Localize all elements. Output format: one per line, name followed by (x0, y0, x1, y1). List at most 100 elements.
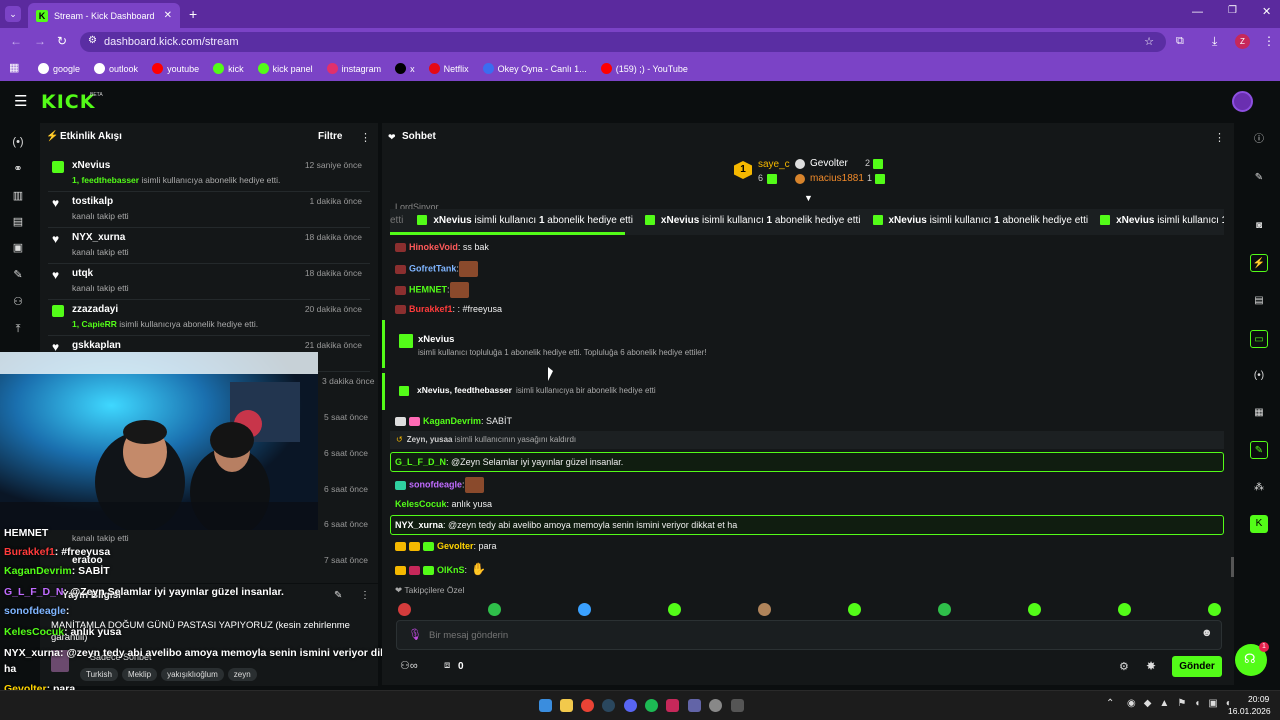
quick-emote-button[interactable] (668, 603, 681, 616)
start-icon[interactable] (539, 699, 552, 712)
forward-icon[interactable]: → (34, 34, 46, 48)
new-tab-button[interactable]: + (189, 6, 197, 22)
hamburger-menu-icon[interactable]: ☰ (14, 92, 27, 110)
send-button[interactable]: Gönder (1172, 656, 1222, 677)
stream-info-menu-icon[interactable]: ⋮ (360, 590, 370, 601)
pen-icon[interactable]: ✎ (1250, 169, 1268, 187)
quick-emote-button[interactable] (938, 603, 951, 616)
url-field[interactable]: ⚙ dashboard.kick.com/stream ☆ (80, 32, 1166, 52)
bookmark-item[interactable]: google (38, 63, 80, 74)
support-chat-button[interactable]: ☊ 1 (1235, 642, 1269, 676)
stream-tag[interactable]: zeyn (227, 668, 257, 681)
chat-users-icon[interactable]: ✸ (1146, 659, 1156, 673)
tray-chevron-icon[interactable]: ⌃ (1106, 698, 1114, 709)
steam-icon[interactable] (602, 699, 615, 712)
browser-menu-icon[interactable]: ⋮ (1263, 34, 1275, 48)
profile-avatar[interactable]: Z (1235, 34, 1250, 49)
quick-emote-button[interactable] (1118, 603, 1131, 616)
bookmark-star-icon[interactable]: ☆ (1144, 35, 1154, 48)
tools-icon[interactable]: ✎ (1250, 441, 1268, 459)
window-close-button[interactable]: ✕ (1262, 5, 1271, 18)
activity-item[interactable]: xNevius 12 saniye önce 1, feedthebasser is… (48, 156, 370, 192)
kick-logo[interactable]: KICK (41, 91, 95, 113)
bookmark-item[interactable]: kick panel (257, 63, 313, 74)
tab-close-icon[interactable]: ✕ (164, 10, 172, 21)
unban-users[interactable]: Zeyn, yusaa (407, 435, 453, 444)
downloads-icon[interactable]: ⤓ (1212, 34, 1217, 49)
activity-username[interactable]: utqk (72, 268, 93, 279)
bookmark-item[interactable]: outlook (94, 63, 138, 74)
bookmark-item[interactable]: (159) ;) - YouTube (600, 63, 688, 74)
bookmark-item[interactable]: Okey Oyna - Canlı 1... (482, 63, 587, 74)
ticker-gifter[interactable]: xNevius (433, 215, 471, 226)
media-icon[interactable]: ▣ (10, 240, 26, 256)
ticker-gifter[interactable]: xNevius (1116, 215, 1154, 226)
chat-settings-icon[interactable]: ⚙ (1119, 660, 1129, 673)
activity-gift-recipient[interactable]: 1, feedthebasser (72, 175, 139, 185)
chat-toggle-icon[interactable]: ▭ (1250, 330, 1268, 348)
chat-username[interactable]: NYX_xurna (395, 520, 443, 530)
broadcast-icon[interactable]: (•) (10, 134, 26, 150)
spotify-icon[interactable] (645, 699, 658, 712)
chat-menu-icon[interactable]: ⋮ (1214, 131, 1225, 144)
extensions-icon[interactable]: ⧉ (1176, 35, 1184, 48)
site-info-icon[interactable]: ⚙ (88, 35, 97, 46)
edit-icon[interactable]: ✎ (334, 590, 342, 601)
chat-username[interactable]: Burakkef1 (409, 304, 453, 314)
file-explorer-icon[interactable] (560, 699, 573, 712)
stream-tag[interactable]: Turkish (80, 668, 118, 681)
notes-icon[interactable]: ▤ (1250, 292, 1268, 310)
activity-item[interactable]: ♥ tostikalp 1 dakika önce kanalı takip etti (48, 192, 370, 228)
kick-app-icon[interactable]: K (1250, 515, 1268, 533)
chat-scrollbar[interactable] (1231, 557, 1234, 577)
chat-username[interactable]: KelesCocuk (395, 499, 447, 509)
clock-app-icon[interactable] (709, 699, 722, 712)
gift-event-user[interactable]: xNevius (418, 334, 454, 345)
settings-app-icon[interactable] (731, 699, 744, 712)
leader-third-name[interactable]: macius1881 (810, 173, 864, 184)
message-input-box[interactable]: 🎙 ☻ (396, 620, 1222, 650)
activity-username[interactable]: gskkaplan (72, 340, 121, 351)
users-icon[interactable]: ⚇ (10, 294, 26, 310)
chat-username[interactable]: Gevolter (437, 541, 474, 551)
activity-username[interactable]: tostikalp (72, 196, 113, 207)
link-icon[interactable]: ⚭ (10, 161, 26, 177)
activity-item[interactable]: zzazadayi 20 dakika önce 1, CapieRR isimli… (48, 300, 370, 336)
app-icon[interactable] (666, 699, 679, 712)
chat-username[interactable]: KaganDevrim (423, 416, 481, 426)
user-avatar[interactable] (1232, 91, 1253, 112)
layout-icon[interactable]: ▦ (1250, 404, 1268, 422)
wrench-icon[interactable]: ✎ (10, 267, 26, 283)
leader-second-name[interactable]: Gevolter (810, 158, 848, 169)
gift-event-users[interactable]: xNevius, feedthebasser (417, 385, 512, 395)
reload-icon[interactable]: ↻ (57, 34, 67, 48)
tab-kick-dashboard[interactable]: K Stream - Kick Dashboard ✕ (28, 3, 180, 28)
quick-emote-button[interactable] (758, 603, 771, 616)
expand-leaderboard-icon[interactable]: ▼ (804, 193, 813, 203)
tab-search-button[interactable]: ⌄ (5, 6, 21, 22)
bookmark-item[interactable]: kick (213, 63, 244, 74)
upload-icon[interactable]: ⤒ (10, 321, 26, 337)
teams-icon[interactable] (688, 699, 701, 712)
gift-box-icon[interactable]: ⧈ (444, 660, 450, 671)
stream-tag[interactable]: yakışıklıoğlum (161, 668, 224, 681)
emoji-picker-icon[interactable]: ☻ (1201, 627, 1213, 639)
activity-item[interactable]: ♥ NYX_xurna 18 dakika önce kanalı takip ett… (48, 228, 370, 264)
chrome-icon[interactable] (581, 699, 594, 712)
filter-button[interactable]: Filtre (318, 131, 342, 142)
minimize-button[interactable]: — (1192, 6, 1203, 18)
analytics-icon[interactable]: ▥ (10, 188, 26, 204)
bookmark-item[interactable]: x (395, 63, 415, 74)
chart-icon[interactable]: ▤ (10, 214, 26, 230)
chat-username[interactable]: G_L_F_D_N (395, 457, 446, 467)
stream-tag[interactable]: Meklip (121, 668, 158, 681)
back-icon[interactable]: ← (10, 34, 22, 48)
bookmark-item[interactable]: instagram (326, 63, 381, 74)
activity-item[interactable]: ♥ utqk 18 dakika önce kanalı takip etti (48, 264, 370, 300)
quick-emote-button[interactable] (848, 603, 861, 616)
chat-username[interactable]: GofretTank (409, 263, 456, 273)
broadcast-toggle-icon[interactable]: (•) (1250, 367, 1268, 385)
chat-username[interactable]: HinokeVoid (409, 242, 458, 252)
chat-username[interactable]: sonofdeagle (409, 479, 462, 489)
message-input[interactable] (429, 627, 1189, 643)
